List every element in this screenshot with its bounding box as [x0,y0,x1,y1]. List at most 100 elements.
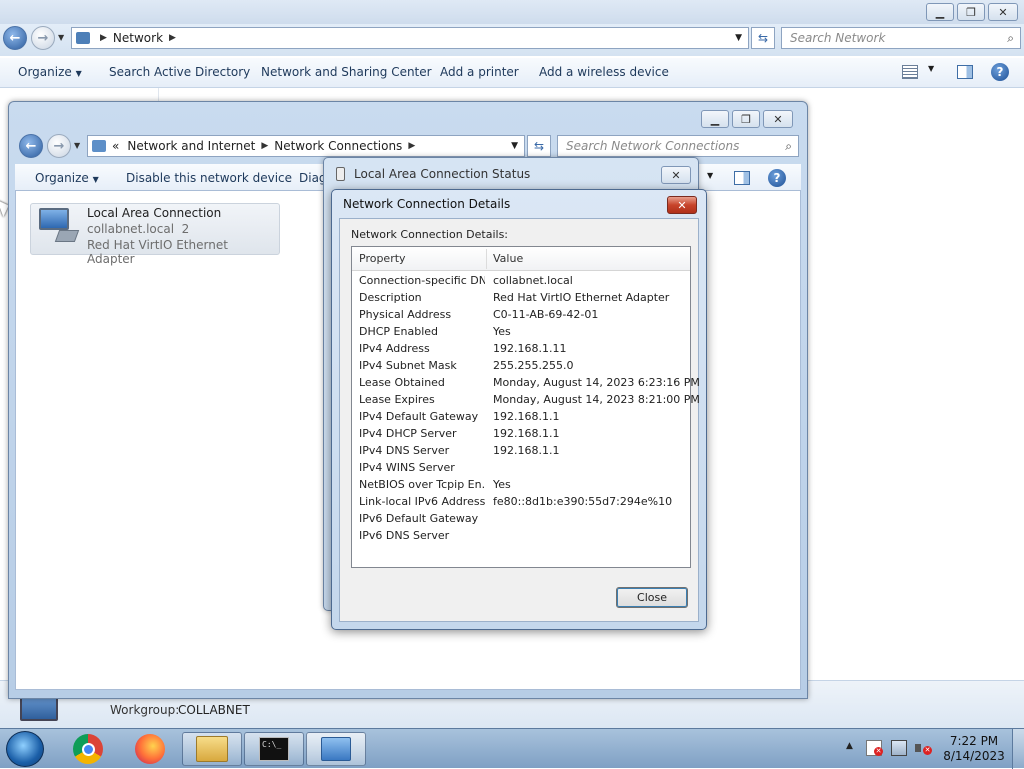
table-row[interactable]: IPv6 Default Gateway [352,510,690,527]
add-wireless-device-button[interactable]: Add a wireless device [539,58,669,86]
explorer-taskbar-button[interactable] [182,732,242,766]
volume-muted-icon[interactable]: ✕ [915,740,932,756]
view-dropdown-icon[interactable]: ▼ [928,64,934,73]
column-header-value[interactable]: Value [493,252,523,265]
tray-clock[interactable]: 7:22 PM 8/14/2023 [940,734,1008,764]
crumb-network-connections[interactable]: Network Connections [274,139,402,153]
crumb-chevron-icon: ▶ [261,141,269,151]
address-dropdown-icon[interactable]: ▼ [735,33,742,43]
firefox-taskbar-button[interactable] [120,732,180,766]
show-hidden-icons-button[interactable]: ▲ [846,741,853,751]
value-cell: Monday, August 14, 2023 8:21:00 PM [493,393,700,406]
connection-details-dialog: Network Connection Details ✕ Network Con… [331,189,707,630]
close-button[interactable]: Close [616,587,688,608]
chevron-down-icon: ▼ [92,175,99,184]
nc-help-icon[interactable]: ? [768,169,786,187]
value-cell: Yes [493,325,511,338]
value-cell: 192.168.1.11 [493,342,567,355]
help-icon[interactable]: ? [991,63,1009,81]
back-button[interactable]: ← [3,26,27,50]
table-row[interactable]: IPv4 Subnet Mask 255.255.255.0 [352,357,690,374]
preview-pane-icon[interactable] [957,65,973,79]
table-row[interactable]: Connection-specific DN... collabnet.local [352,272,690,289]
network-connections-taskbar-button[interactable] [306,732,366,766]
forward-button[interactable]: → [31,26,55,50]
crumb-network-internet[interactable]: Network and Internet [127,139,255,153]
windows-start-icon[interactable] [6,731,44,767]
value-cell: Yes [493,478,511,491]
table-row[interactable]: IPv4 DNS Server 192.168.1.1 [352,442,690,459]
table-row[interactable]: DHCP Enabled Yes [352,323,690,340]
recent-pages-icon[interactable]: ▼ [58,33,64,42]
status-close-button[interactable]: ✕ [661,166,691,184]
value-cell: C0-11-AB-69-42-01 [493,308,599,321]
crumb-chevron-icon: ▶ [408,141,416,151]
nc-recent-pages-icon[interactable]: ▼ [74,141,80,150]
main-address-bar[interactable]: ▶ Network ▶ ▼ [71,27,749,49]
table-row[interactable]: Physical Address C0-11-AB-69-42-01 [352,306,690,323]
details-list-view[interactable]: Property Value Connection-specific DN...… [351,246,700,568]
tray-time: 7:22 PM [949,734,999,748]
table-row[interactable]: Lease Obtained Monday, August 14, 2023 6:… [352,374,700,391]
table-row[interactable]: IPv4 Default Gateway 192.168.1.1 [352,408,690,425]
property-cell: IPv6 Default Gateway [359,512,479,525]
property-cell: IPv4 Default Gateway [359,410,479,423]
address-crumb-network[interactable]: Network [113,31,163,45]
network-tray-icon[interactable] [891,740,907,756]
details-rows: Connection-specific DN... collabnet.local… [352,272,700,562]
nc-preview-pane-icon[interactable] [734,171,750,185]
nc-refresh-button[interactable]: ⇆ [527,135,551,157]
workgroup-label: Workgroup: [110,703,180,717]
nc-address-bar[interactable]: « Network and Internet ▶ Network Connect… [87,135,525,157]
search-icon: ⌕ [785,138,792,153]
nc-back-button[interactable]: ← [19,134,43,158]
table-row[interactable]: IPv6 DNS Server [352,527,690,544]
main-search-placeholder: Search Network [790,31,886,45]
main-search-input[interactable]: Search Network ⌕ [781,27,1021,49]
nc-search-input[interactable]: Search Network Connections ⌕ [557,135,799,157]
view-options-icon[interactable] [902,65,918,79]
connection-status-icon [336,167,345,181]
nc-forward-button[interactable]: → [47,134,71,158]
property-cell: IPv4 WINS Server [359,461,455,474]
details-close-x-button[interactable]: ✕ [667,196,697,214]
restore-button[interactable]: ❐ [957,3,985,21]
breadcrumb-overflow[interactable]: « [112,139,119,153]
column-header-property[interactable]: Property [359,252,406,265]
table-row[interactable]: Lease Expires Monday, August 14, 2023 8:2… [352,391,700,408]
property-cell: IPv4 DHCP Server [359,427,457,440]
show-desktop-button[interactable] [1012,729,1024,769]
minimize-button[interactable]: ▁ [926,3,954,21]
property-cell: IPv4 Address [359,342,430,355]
add-printer-button[interactable]: Add a printer [440,58,519,86]
chrome-taskbar-button[interactable] [58,732,118,766]
cmd-taskbar-button[interactable]: C:\_ [244,732,304,766]
table-row[interactable]: Description Red Hat VirtIO Ethernet Adapt… [352,289,690,306]
table-row[interactable]: Link-local IPv6 Address fe80::8d1b:e390:5… [352,493,690,510]
table-row[interactable]: IPv4 WINS Server [352,459,690,476]
action-center-icon[interactable]: ✕ [866,740,883,756]
value-cell: 255.255.255.0 [493,359,574,372]
nc-view-dropdown-icon[interactable]: ▼ [707,171,713,180]
property-cell: IPv4 DNS Server [359,444,450,457]
refresh-button[interactable]: ⇆ [751,27,775,49]
nc-minimize-button[interactable]: ▁ [701,110,729,128]
table-row[interactable]: IPv4 DHCP Server 192.168.1.1 [352,425,690,442]
value-cell: Red Hat VirtIO Ethernet Adapter [493,291,670,304]
nc-address-dropdown-icon[interactable]: ▼ [511,141,518,151]
property-cell: Lease Expires [359,393,435,406]
local-area-connection-item[interactable]: Local Area Connection collabnet.local 2 … [30,203,280,266]
property-cell: IPv6 DNS Server [359,529,450,542]
search-active-directory-button[interactable]: Search Active Directory [109,58,250,86]
nc-close-button[interactable]: ✕ [763,110,793,128]
table-row[interactable]: NetBIOS over Tcpip En... Yes [352,476,690,493]
network-sharing-center-button[interactable]: Network and Sharing Center [261,58,432,86]
close-button[interactable]: ✕ [988,3,1018,21]
main-window-controls: ▁ ❐ ✕ [926,3,1018,21]
table-row[interactable]: IPv4 Address 192.168.1.11 [352,340,690,357]
organize-menu[interactable]: Organize ▼ [18,58,82,86]
nc-restore-button[interactable]: ❐ [732,110,760,128]
crumb-chevron-icon: ▶ [100,33,107,43]
disable-network-device-button[interactable]: Disable this network device [126,164,292,192]
nc-organize-menu[interactable]: Organize ▼ [35,164,99,192]
